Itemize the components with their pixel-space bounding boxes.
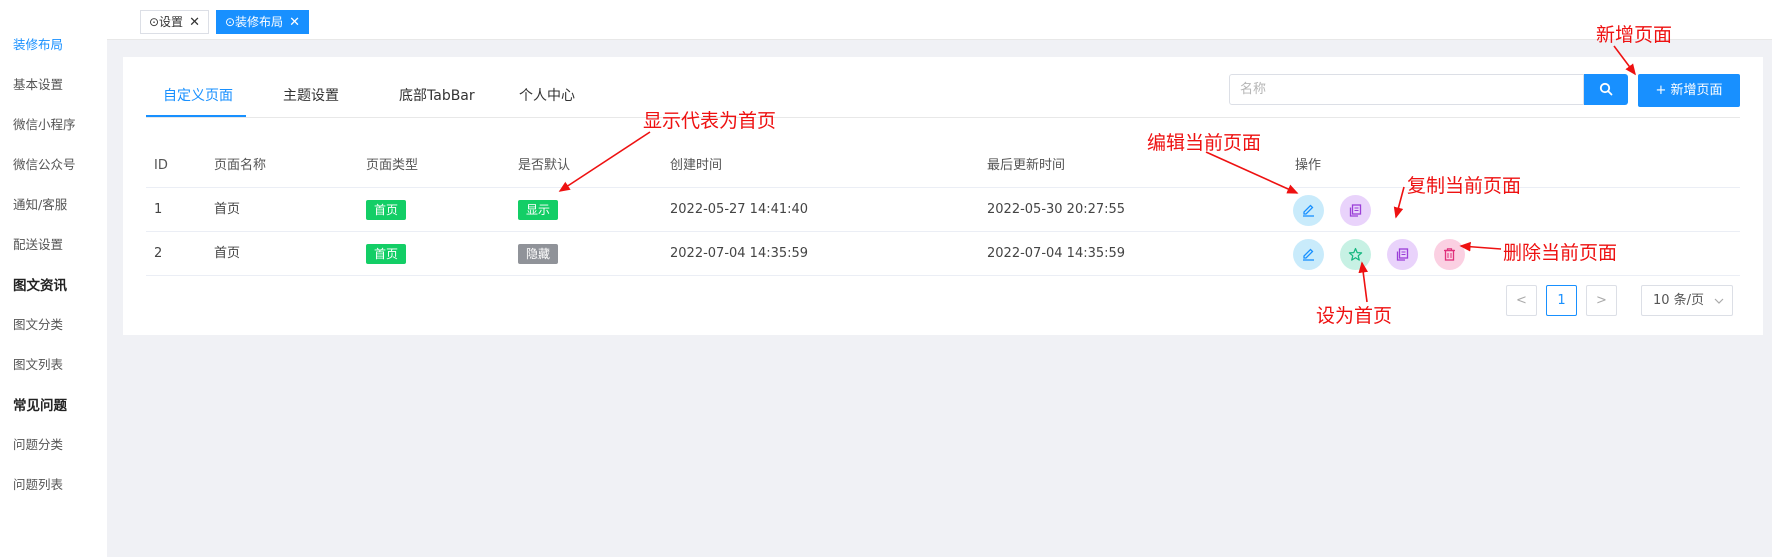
annotation-set-home: 设为首页: [1316, 305, 1393, 327]
chevron-down-icon: [1714, 298, 1724, 304]
active-tab-indicator: [146, 115, 246, 117]
annotation-delete-page: 删除当前页面: [1503, 242, 1618, 264]
tag-settings[interactable]: ⊙设置 ✕: [140, 10, 209, 34]
cell-updated: 2022-05-30 20:27:55: [987, 202, 1126, 217]
edit-button[interactable]: [1293, 239, 1324, 270]
cell-page-name: 首页: [214, 246, 241, 261]
tag-label: ⊙设置: [149, 15, 184, 29]
search-icon: [1599, 82, 1613, 96]
default-status-badge: 隐藏: [518, 243, 559, 264]
trash-icon: [1444, 248, 1455, 261]
copy-button[interactable]: [1387, 239, 1418, 270]
header-is-default: 是否默认: [518, 158, 571, 173]
sidebar-item-wechat-official[interactable]: 微信公众号: [13, 154, 76, 173]
search-button[interactable]: [1584, 74, 1628, 105]
cell-id: 1: [154, 202, 163, 217]
header-page-name: 页面名称: [214, 158, 267, 173]
copy-button[interactable]: [1340, 195, 1371, 226]
sidebar: 装修布局 基本设置 微信小程序 微信公众号 通知/客服 配送设置 图文资讯 图文…: [0, 0, 107, 557]
sidebar-item-notify-service[interactable]: 通知/客服: [13, 194, 67, 213]
tag-decoration-layout[interactable]: ⊙装修布局 ✕: [216, 10, 309, 34]
tags-view-bar: ⊙设置 ✕ ⊙装修布局 ✕: [107, 0, 1772, 40]
sidebar-group-articles: 图文资讯: [13, 278, 67, 294]
page-type-badge: 首页: [366, 243, 407, 264]
annotation-show-home: 显示代表为首页: [643, 110, 777, 132]
sidebar-item-delivery[interactable]: 配送设置: [13, 234, 63, 253]
header-id: ID: [154, 158, 168, 173]
cell-page-type: 首页: [366, 232, 407, 276]
close-icon[interactable]: ✕: [289, 15, 300, 30]
header-actions: 操作: [1295, 158, 1322, 173]
sidebar-item-wechat-miniprogram[interactable]: 微信小程序: [13, 114, 76, 133]
next-page-button[interactable]: >: [1586, 285, 1617, 316]
annotation-edit-page: 编辑当前页面: [1147, 132, 1262, 154]
sidebar-group-faq: 常见问题: [13, 398, 67, 414]
annotation-add-page: 新增页面: [1596, 24, 1673, 46]
cell-is-default: 显示: [518, 188, 559, 232]
sidebar-item-decoration-layout[interactable]: 装修布局: [13, 34, 63, 53]
default-status-badge: 显示: [518, 199, 559, 220]
close-icon[interactable]: ✕: [189, 15, 200, 30]
copy-icon: [1396, 248, 1409, 261]
page-size-label: 10 条/页: [1653, 293, 1705, 308]
sidebar-item-faq-list[interactable]: 问题列表: [13, 474, 63, 493]
page-size-select[interactable]: 10 条/页: [1641, 285, 1733, 316]
edit-button[interactable]: [1293, 195, 1324, 226]
table-row: 2 首页 首页 隐藏 2022-07-04 14:35:59 2022-07-0…: [146, 232, 1740, 276]
tab-bottom-tabbar[interactable]: 底部TabBar: [399, 85, 475, 105]
header-page-type: 页面类型: [366, 158, 419, 173]
cell-id: 2: [154, 246, 163, 261]
header-updated: 最后更新时间: [987, 158, 1066, 173]
search-input[interactable]: [1229, 74, 1584, 105]
cell-page-type: 首页: [366, 188, 407, 232]
cell-page-name: 首页: [214, 202, 241, 217]
prev-page-button[interactable]: <: [1506, 285, 1537, 316]
page-type-badge: 首页: [366, 199, 407, 220]
edit-icon: [1303, 204, 1314, 217]
set-home-button[interactable]: [1340, 239, 1371, 270]
tag-label: ⊙装修布局: [225, 15, 284, 29]
sidebar-item-article-category[interactable]: 图文分类: [13, 314, 63, 333]
star-icon: [1348, 247, 1363, 261]
tab-custom-pages[interactable]: 自定义页面: [163, 85, 233, 105]
cell-created: 2022-05-27 14:41:40: [670, 202, 809, 217]
sidebar-item-faq-category[interactable]: 问题分类: [13, 434, 63, 453]
cell-is-default: 隐藏: [518, 232, 559, 276]
cell-updated: 2022-07-04 14:35:59: [987, 246, 1126, 261]
cell-created: 2022-07-04 14:35:59: [670, 246, 809, 261]
tabs-divider: [146, 117, 1740, 118]
header-created: 创建时间: [670, 158, 723, 173]
delete-button[interactable]: [1434, 239, 1465, 270]
copy-icon: [1349, 204, 1362, 217]
add-page-button[interactable]: + 新增页面: [1638, 74, 1740, 107]
annotation-copy-page: 复制当前页面: [1407, 175, 1522, 197]
sidebar-item-article-list[interactable]: 图文列表: [13, 354, 63, 373]
page-1-button[interactable]: 1: [1546, 285, 1577, 316]
tab-personal-center[interactable]: 个人中心: [519, 85, 575, 105]
edit-icon: [1303, 248, 1314, 261]
tab-theme-settings[interactable]: 主题设置: [283, 85, 339, 105]
sidebar-item-basic-settings[interactable]: 基本设置: [13, 74, 63, 93]
